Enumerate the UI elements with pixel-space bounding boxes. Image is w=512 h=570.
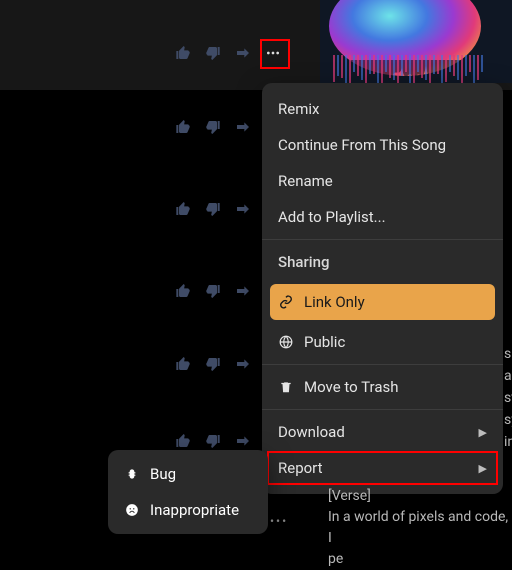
share-icon[interactable] <box>234 432 252 450</box>
thumbs-up-icon[interactable] <box>174 200 192 218</box>
thumbs-down-icon[interactable] <box>204 355 222 373</box>
thumbs-up-icon[interactable] <box>174 355 192 373</box>
menu-label: Download <box>278 423 345 441</box>
menu-label: Continue From This Song <box>278 136 446 154</box>
menu-separator <box>262 364 503 365</box>
sad-face-icon <box>124 502 140 518</box>
submenu-inappropriate[interactable]: Inappropriate <box>108 492 268 528</box>
side-cut-text: s a st syr int <box>504 343 512 453</box>
report-submenu: Bug Inappropriate <box>108 450 268 534</box>
menu-separator <box>262 239 503 240</box>
menu-label: Remix <box>278 100 319 118</box>
lyrics-line: In a world of pixels and code, I <box>328 507 512 549</box>
menu-move-trash[interactable]: Move to Trash <box>262 369 503 405</box>
lyrics-panel: [Verse] In a world of pixels and code, I… <box>328 486 512 570</box>
menu-rename[interactable]: Rename <box>262 163 503 199</box>
thumbs-down-icon[interactable] <box>204 282 222 300</box>
share-icon[interactable] <box>234 44 252 62</box>
menu-add-playlist[interactable]: Add to Playlist... <box>262 199 503 235</box>
thumbs-up-icon[interactable] <box>174 432 192 450</box>
album-artwork <box>320 0 512 83</box>
share-icon[interactable] <box>234 282 252 300</box>
menu-label: Sharing <box>278 253 329 271</box>
thumbs-down-icon[interactable] <box>204 432 222 450</box>
lyrics-header: [Verse] <box>328 486 512 507</box>
context-menu: Remix Continue From This Song Rename Add… <box>262 83 503 494</box>
bug-icon <box>124 466 140 482</box>
thumbs-down-icon[interactable] <box>204 118 222 136</box>
menu-label: Link Only <box>304 293 365 311</box>
more-icon[interactable]: ••• <box>270 514 288 528</box>
menu-sharing-header: Sharing <box>262 244 503 280</box>
menu-download[interactable]: Download ▶ <box>262 414 503 450</box>
menu-link-only[interactable]: Link Only <box>270 284 495 320</box>
menu-label: Add to Playlist... <box>278 208 386 226</box>
submenu-bug[interactable]: Bug <box>108 456 268 492</box>
menu-remix[interactable]: Remix <box>262 91 503 127</box>
link-icon <box>278 294 294 310</box>
share-icon[interactable] <box>234 355 252 373</box>
thumbs-up-icon[interactable] <box>174 44 192 62</box>
thumbs-up-icon[interactable] <box>174 118 192 136</box>
thumbs-down-icon[interactable] <box>204 44 222 62</box>
menu-continue[interactable]: Continue From This Song <box>262 127 503 163</box>
thumbs-down-icon[interactable] <box>204 200 222 218</box>
menu-label: Rename <box>278 172 333 190</box>
submenu-label: Bug <box>150 465 176 483</box>
chevron-right-icon: ▶ <box>479 426 487 439</box>
thumbs-up-icon[interactable] <box>174 282 192 300</box>
globe-icon <box>278 334 294 350</box>
menu-label: Move to Trash <box>304 378 398 396</box>
menu-public[interactable]: Public <box>262 324 503 360</box>
menu-separator <box>262 409 503 410</box>
submenu-label: Inappropriate <box>150 501 239 519</box>
trash-icon <box>278 379 294 395</box>
report-highlight <box>267 451 498 485</box>
share-icon[interactable] <box>234 200 252 218</box>
more-button-highlight <box>260 39 290 69</box>
menu-label: Public <box>304 333 345 351</box>
share-icon[interactable] <box>234 118 252 136</box>
lyrics-line: pe <box>328 549 512 570</box>
